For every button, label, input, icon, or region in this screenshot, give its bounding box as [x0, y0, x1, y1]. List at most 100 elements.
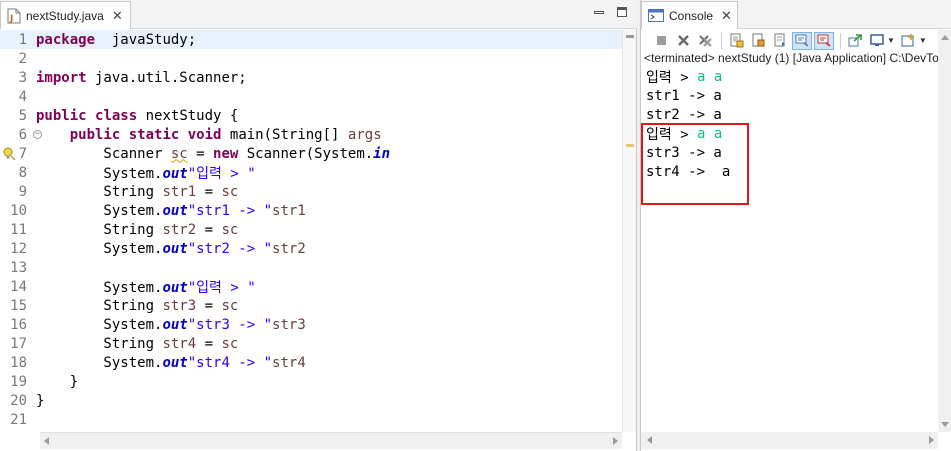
scroll-up-icon[interactable]	[941, 35, 949, 40]
maximize-icon[interactable]	[614, 5, 630, 21]
line-number: 5	[18, 107, 27, 124]
line-number: 21	[10, 411, 27, 428]
console-output-line: 입력 > a a	[646, 67, 722, 86]
code-text: System.out"str4 -> "str4	[36, 354, 305, 371]
line-number: 9	[18, 183, 27, 200]
code-line[interactable]: 20}	[0, 391, 622, 410]
console-text: str3 -> a	[646, 144, 722, 161]
code-line[interactable]: 15 String str3 = sc	[0, 296, 622, 315]
code-token: import	[36, 69, 87, 86]
show-stderr-icon[interactable]	[814, 31, 834, 50]
console-text: str2 -> a	[646, 106, 722, 123]
console-text: 입력 >	[646, 126, 698, 143]
code-token: Scanner	[36, 145, 171, 162]
show-stdout-icon[interactable]	[792, 31, 812, 50]
console-vertical-scrollbar[interactable]	[938, 30, 951, 432]
code-token: "str1 -> "	[187, 202, 273, 219]
fold-collapse-icon[interactable]: −	[33, 130, 42, 139]
code-line[interactable]: 2	[0, 49, 622, 68]
ruler-summary-marker	[626, 35, 634, 38]
code-token: =	[196, 221, 222, 238]
line-number: 3	[18, 69, 27, 86]
close-icon[interactable]: ✕	[112, 9, 123, 22]
display-console-icon[interactable]	[867, 32, 887, 50]
code-token: }	[36, 392, 45, 409]
code-line[interactable]: 5 public class nextStudy {	[0, 106, 622, 125]
code-token: =	[196, 297, 222, 314]
java-file-icon: J	[7, 8, 21, 24]
line-number: 20	[10, 392, 27, 409]
code-text: String str3 = sc	[36, 298, 238, 314]
line-number: 19	[10, 373, 27, 390]
code-line[interactable]: 9 String str1 = sc	[0, 182, 622, 201]
line-number: 11	[10, 221, 27, 238]
code-token: out	[162, 316, 188, 333]
chevron-down-icon[interactable]: ▼	[919, 36, 927, 45]
code-line[interactable]: 13	[0, 258, 622, 277]
scroll-left-icon[interactable]	[647, 436, 652, 444]
scroll-lock-icon[interactable]	[748, 32, 768, 50]
scroll-left-icon[interactable]	[44, 437, 49, 445]
line-number: 15	[10, 297, 27, 314]
code-line[interactable]: 11 String str2 = sc	[0, 220, 622, 239]
close-icon[interactable]: ✕	[721, 9, 732, 22]
remove-all-icon[interactable]	[695, 32, 715, 50]
editor-horizontal-scrollbar[interactable]	[40, 432, 622, 449]
scroll-right-icon[interactable]	[929, 436, 934, 444]
line-number: 4	[18, 88, 27, 105]
word-wrap-icon[interactable]	[770, 32, 790, 50]
code-line[interactable]: 21	[0, 410, 622, 429]
code-line[interactable]: 3 import java.util.Scanner;	[0, 68, 622, 87]
code-token: str3	[272, 316, 306, 333]
code-token: sc	[170, 145, 188, 162]
open-console-icon[interactable]	[899, 32, 919, 50]
remove-launch-icon[interactable]	[673, 32, 693, 50]
code-line[interactable]: 12 System.out"str2 -> "str2	[0, 239, 622, 258]
code-line[interactable]: 4	[0, 87, 622, 106]
line-number: 2	[18, 50, 27, 67]
code-line[interactable]: 14 System.out"입력 > "	[0, 277, 622, 296]
code-token: out	[162, 165, 188, 182]
console-output-line: str2 -> a	[646, 105, 722, 124]
console-horizontal-scrollbar[interactable]	[641, 432, 938, 449]
console-user-input: a a	[697, 125, 723, 142]
scroll-right-icon[interactable]	[613, 437, 618, 445]
code-line[interactable]: 18 System.out"str4 -> "str4	[0, 353, 622, 372]
minimize-icon[interactable]	[591, 5, 607, 21]
line-number: 13	[10, 259, 27, 276]
scroll-down-icon[interactable]	[941, 422, 949, 427]
code-line[interactable]: 1 package javaStudy;	[0, 30, 622, 49]
code-line[interactable]: 19 }	[0, 372, 622, 391]
clear-console-icon[interactable]	[726, 32, 746, 50]
code-token: System.	[36, 354, 163, 371]
code-token: out	[162, 240, 188, 257]
code-text: public static void main(String[] args	[36, 127, 382, 143]
console-output[interactable]: 입력 > a a str1 -> a str2 -> a 입력 > a a str3 -…	[641, 67, 938, 432]
code-token: str4	[162, 335, 197, 352]
code-line[interactable]: 8 System.out"입력 > "	[0, 163, 622, 182]
code-token: "str4 -> "	[187, 354, 273, 371]
overview-ruler[interactable]	[622, 30, 636, 432]
code-line[interactable]: 16 System.out"str3 -> "str3	[0, 315, 622, 334]
code-line[interactable]: 10 System.out"str1 -> "str1	[0, 201, 622, 220]
editor-tab-nextstudy[interactable]: J nextStudy.java ✕	[0, 1, 131, 29]
line-number: 8	[18, 164, 27, 181]
code-token: System.	[36, 279, 163, 296]
console-tab[interactable]: Console ✕	[641, 1, 738, 29]
ruler-warning-marker[interactable]	[626, 144, 634, 147]
code-text: }	[36, 374, 78, 390]
chevron-down-icon[interactable]: ▼	[887, 36, 895, 45]
code-line[interactable]: 17 String str4 = sc	[0, 334, 622, 353]
pin-console-icon[interactable]	[845, 32, 865, 50]
code-token: public	[36, 107, 87, 124]
code-text: System.out"str2 -> "str2	[36, 240, 305, 257]
toolbar-separator	[721, 32, 722, 49]
terminate-icon[interactable]	[651, 32, 671, 50]
warning-lightbulb-icon[interactable]	[2, 147, 16, 161]
code-text: System.out"입력 > "	[36, 163, 255, 183]
code-text: String str1 = sc	[36, 184, 238, 200]
code-editor[interactable]: 1 package javaStudy; 2 3 import java.util.Sc…	[0, 30, 622, 432]
code-line[interactable]: 7 Scanner sc = new Scanner(System.in	[0, 144, 622, 163]
code-line[interactable]: 6 public static void main(String[] args	[0, 125, 622, 144]
